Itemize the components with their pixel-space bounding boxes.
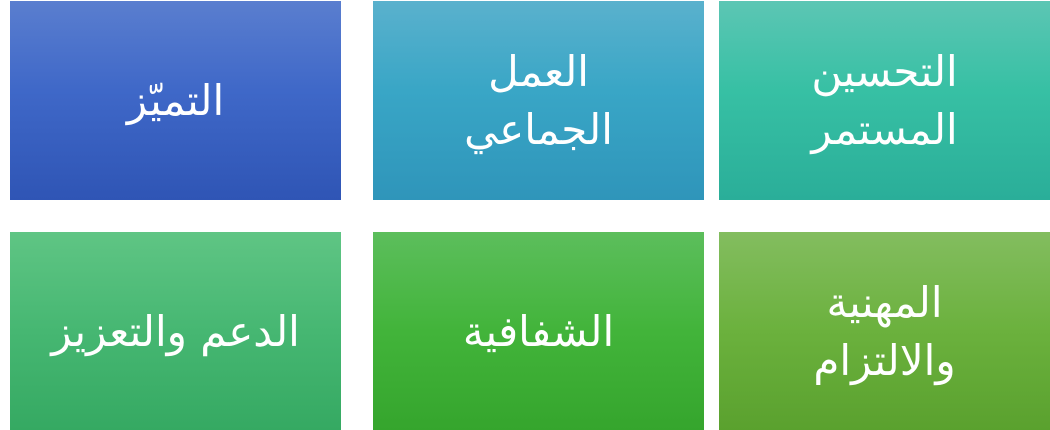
value-tile-professionalism: المهنية والالتزام — [719, 232, 1050, 430]
tile-title-line2: الجماعي — [464, 104, 613, 154]
value-tile-excellence: التميّز — [10, 1, 341, 200]
tile-title-line1: التحسين — [811, 46, 958, 96]
tile-title-line1: التميّز — [126, 75, 225, 125]
value-tile-support: الدعم والتعزيز — [10, 232, 341, 430]
values-grid: التحسين المستمر العمل الجماعي التميّز ال… — [0, 0, 1050, 430]
tile-title-line1: الدعم والتعزيز — [51, 306, 300, 356]
tile-title-line1: العمل — [488, 46, 589, 96]
tile-title-line1: المهنية — [826, 277, 943, 327]
tile-title-line2: المستمر — [811, 104, 958, 154]
value-tile-continuous-improvement: التحسين المستمر — [719, 1, 1050, 200]
value-tile-teamwork: العمل الجماعي — [373, 1, 704, 200]
tile-title-line1: الشفافية — [462, 306, 615, 356]
tile-title-line2: والالتزام — [813, 335, 956, 385]
value-tile-transparency: الشفافية — [373, 232, 704, 430]
